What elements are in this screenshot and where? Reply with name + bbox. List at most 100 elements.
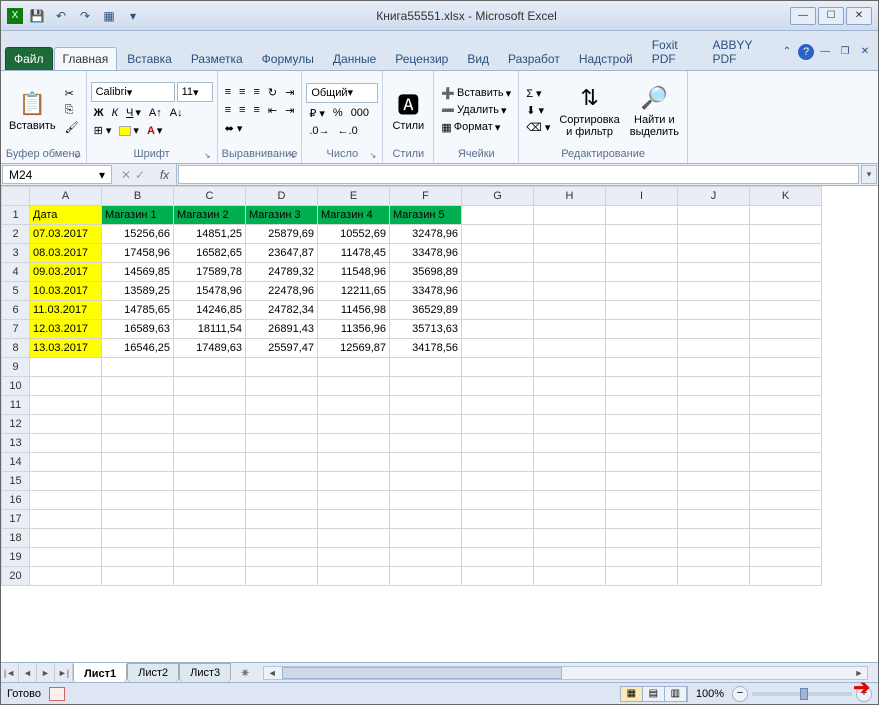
cell-J7[interactable]	[678, 320, 750, 339]
cell-H6[interactable]	[534, 301, 606, 320]
cell-K10[interactable]	[750, 377, 822, 396]
cell-H20[interactable]	[534, 567, 606, 586]
cell-J14[interactable]	[678, 453, 750, 472]
print-preview-icon[interactable]: ▦	[99, 6, 119, 26]
cell-E17[interactable]	[318, 510, 390, 529]
fill-button[interactable]: ⬇ ▾	[523, 103, 553, 118]
group-label-clipboard[interactable]: Буфер обмена	[5, 147, 82, 161]
cell-J20[interactable]	[678, 567, 750, 586]
col-header-A[interactable]: A	[30, 187, 102, 206]
cell-E3[interactable]: 11478,45	[318, 244, 390, 263]
cell-G9[interactable]	[462, 358, 534, 377]
cell-C18[interactable]	[174, 529, 246, 548]
paste-button[interactable]: 📋 Вставить	[5, 86, 60, 134]
cell-F20[interactable]	[390, 567, 462, 586]
cell-A17[interactable]	[30, 510, 102, 529]
cell-K7[interactable]	[750, 320, 822, 339]
cell-D9[interactable]	[246, 358, 318, 377]
zoom-slider-thumb[interactable]	[800, 688, 808, 700]
tab-developer[interactable]: Разработ	[499, 47, 569, 70]
cell-H1[interactable]	[534, 206, 606, 225]
redo-icon[interactable]: ↷	[75, 6, 95, 26]
cell-B15[interactable]	[102, 472, 174, 491]
cell-J15[interactable]	[678, 472, 750, 491]
sheet-tab-1[interactable]: Лист1	[73, 663, 127, 682]
cell-K16[interactable]	[750, 491, 822, 510]
cell-F6[interactable]: 36529,89	[390, 301, 462, 320]
cell-K2[interactable]	[750, 225, 822, 244]
tab-foxit[interactable]: Foxit PDF	[643, 33, 703, 70]
cell-C8[interactable]: 17489,63	[174, 339, 246, 358]
align-right-button[interactable]: ≡	[250, 103, 262, 117]
cell-B4[interactable]: 14569,85	[102, 263, 174, 282]
cell-C4[interactable]: 17589,78	[174, 263, 246, 282]
col-header-H[interactable]: H	[534, 187, 606, 206]
sort-filter-button[interactable]: ⇅ Сортировка и фильтр	[555, 80, 623, 140]
cell-D19[interactable]	[246, 548, 318, 567]
cell-E18[interactable]	[318, 529, 390, 548]
cell-K8[interactable]	[750, 339, 822, 358]
cell-A5[interactable]: 10.03.2017	[30, 282, 102, 301]
cell-H14[interactable]	[534, 453, 606, 472]
cell-D2[interactable]: 25879,69	[246, 225, 318, 244]
cell-C14[interactable]	[174, 453, 246, 472]
cell-I20[interactable]	[606, 567, 678, 586]
cell-E13[interactable]	[318, 434, 390, 453]
cell-A14[interactable]	[30, 453, 102, 472]
row-header-14[interactable]: 14	[2, 453, 30, 472]
cell-F16[interactable]	[390, 491, 462, 510]
cell-F15[interactable]	[390, 472, 462, 491]
cell-J9[interactable]	[678, 358, 750, 377]
cell-G16[interactable]	[462, 491, 534, 510]
row-header-11[interactable]: 11	[2, 396, 30, 415]
cell-K15[interactable]	[750, 472, 822, 491]
cell-C19[interactable]	[174, 548, 246, 567]
cell-A15[interactable]	[30, 472, 102, 491]
cell-D1[interactable]: Магазин 3	[246, 206, 318, 225]
select-all-corner[interactable]	[2, 187, 30, 206]
tab-view[interactable]: Вид	[458, 47, 498, 70]
cell-F5[interactable]: 33478,96	[390, 282, 462, 301]
fill-color-button[interactable]: ▾	[116, 123, 142, 138]
cell-F4[interactable]: 35698,89	[390, 263, 462, 282]
cell-I7[interactable]	[606, 320, 678, 339]
row-header-10[interactable]: 10	[2, 377, 30, 396]
cell-H13[interactable]	[534, 434, 606, 453]
scroll-thumb[interactable]	[282, 667, 562, 679]
cell-A1[interactable]: Дата	[30, 206, 102, 225]
cell-C7[interactable]: 18111,54	[174, 320, 246, 339]
bold-button[interactable]: Ж	[91, 106, 107, 120]
cell-I18[interactable]	[606, 529, 678, 548]
name-box[interactable]: M24▾	[2, 165, 112, 184]
cell-B12[interactable]	[102, 415, 174, 434]
view-normal-button[interactable]: ▦	[621, 687, 643, 701]
cell-D16[interactable]	[246, 491, 318, 510]
ribbon-minimize-icon[interactable]: ⌃	[778, 44, 796, 60]
align-center-button[interactable]: ≡	[236, 103, 248, 117]
increase-indent-button[interactable]: ⇥	[282, 103, 297, 118]
tab-formulas[interactable]: Формулы	[253, 47, 323, 70]
cell-D10[interactable]	[246, 377, 318, 396]
cell-C9[interactable]	[174, 358, 246, 377]
font-grow-button[interactable]: A↑	[146, 106, 165, 120]
cell-G7[interactable]	[462, 320, 534, 339]
cell-A8[interactable]: 13.03.2017	[30, 339, 102, 358]
horizontal-scrollbar[interactable]: ◄ ►	[263, 666, 868, 680]
cell-J16[interactable]	[678, 491, 750, 510]
cell-G20[interactable]	[462, 567, 534, 586]
cell-H5[interactable]	[534, 282, 606, 301]
clear-button[interactable]: ⌫ ▾	[523, 120, 553, 135]
cell-D7[interactable]: 26891,43	[246, 320, 318, 339]
fx-icon[interactable]: fx	[153, 164, 177, 185]
cell-G8[interactable]	[462, 339, 534, 358]
cell-K17[interactable]	[750, 510, 822, 529]
cell-C17[interactable]	[174, 510, 246, 529]
help-icon[interactable]: ?	[798, 44, 814, 60]
cell-C20[interactable]	[174, 567, 246, 586]
cell-A3[interactable]: 08.03.2017	[30, 244, 102, 263]
cell-F8[interactable]: 34178,56	[390, 339, 462, 358]
cell-E19[interactable]	[318, 548, 390, 567]
cell-K11[interactable]	[750, 396, 822, 415]
cell-C3[interactable]: 16582,65	[174, 244, 246, 263]
row-header-13[interactable]: 13	[2, 434, 30, 453]
